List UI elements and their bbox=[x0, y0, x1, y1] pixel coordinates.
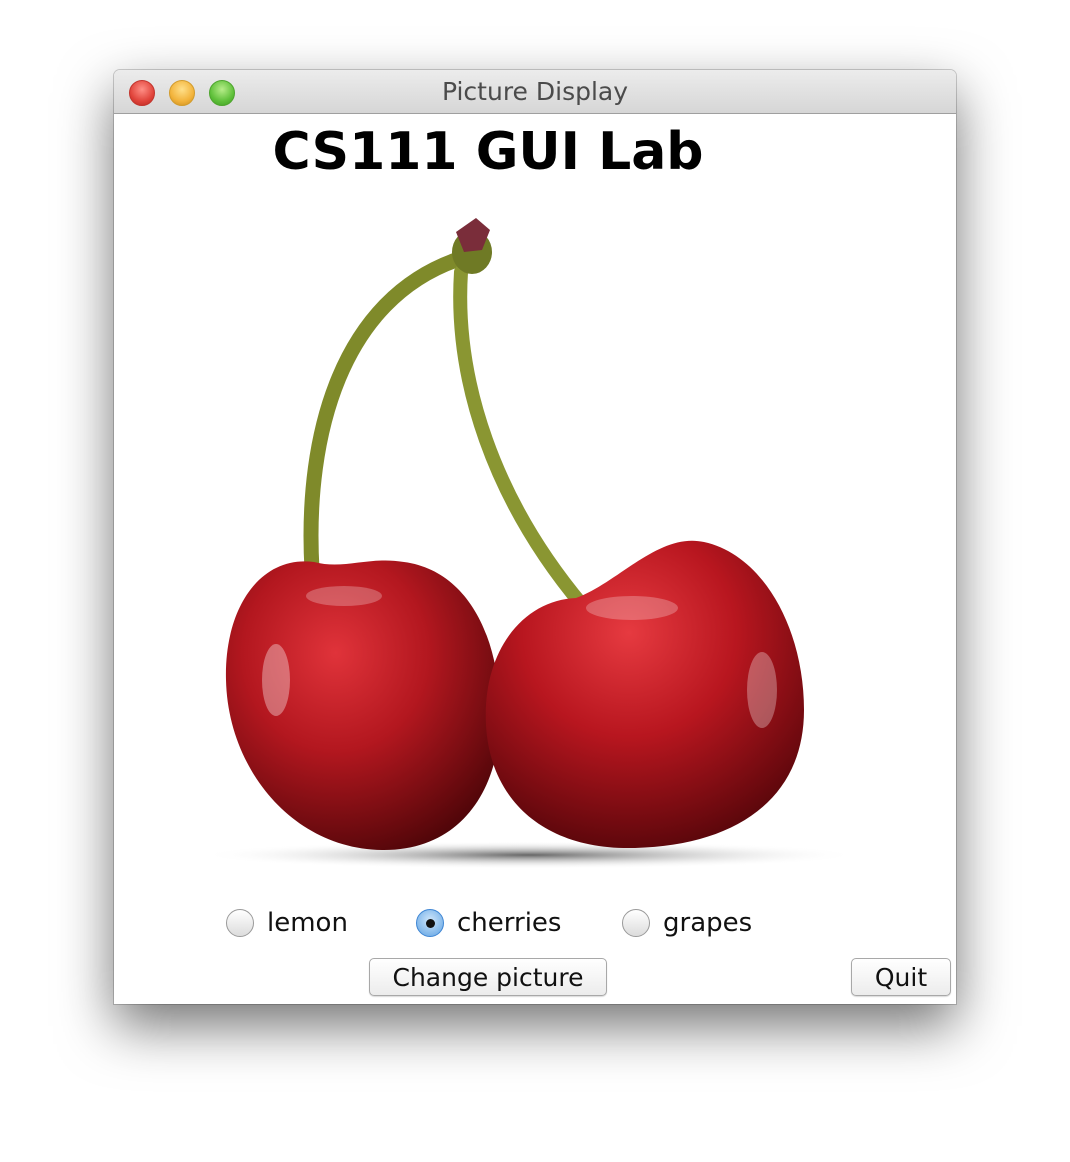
cherries-radio-button[interactable] bbox=[416, 909, 444, 937]
lemon-radio-button[interactable] bbox=[226, 909, 254, 937]
radio-option-lemon[interactable]: lemon bbox=[226, 905, 348, 941]
radio-selected-dot bbox=[426, 919, 435, 928]
right-stem bbox=[453, 265, 589, 612]
right-cherry-top-highlight bbox=[586, 596, 678, 620]
cherries-shadow bbox=[199, 841, 859, 869]
grapes-label: grapes bbox=[663, 908, 753, 938]
title-bar[interactable]: Picture Display bbox=[114, 70, 956, 114]
picture-display-window: Picture Display CS111 GUI Lab lemon cher… bbox=[114, 70, 956, 1004]
grapes-radio-button[interactable] bbox=[622, 909, 650, 937]
cherries-picture bbox=[199, 218, 859, 869]
cherries-label: cherries bbox=[457, 908, 562, 938]
left-cherry-top-highlight bbox=[306, 586, 382, 606]
lemon-label: lemon bbox=[267, 908, 348, 938]
window-title: Picture Display bbox=[441, 77, 629, 106]
radio-option-cherries[interactable]: cherries bbox=[416, 905, 561, 941]
change-picture-button[interactable]: Change picture bbox=[369, 958, 607, 996]
right-cherry-highlight bbox=[747, 652, 777, 728]
left-cherry-highlight bbox=[262, 644, 290, 716]
lab-heading: CS111 GUI Lab bbox=[272, 122, 704, 182]
left-stem bbox=[303, 252, 464, 578]
quit-button[interactable]: Quit bbox=[851, 958, 951, 996]
radio-option-grapes[interactable]: grapes bbox=[622, 905, 752, 941]
